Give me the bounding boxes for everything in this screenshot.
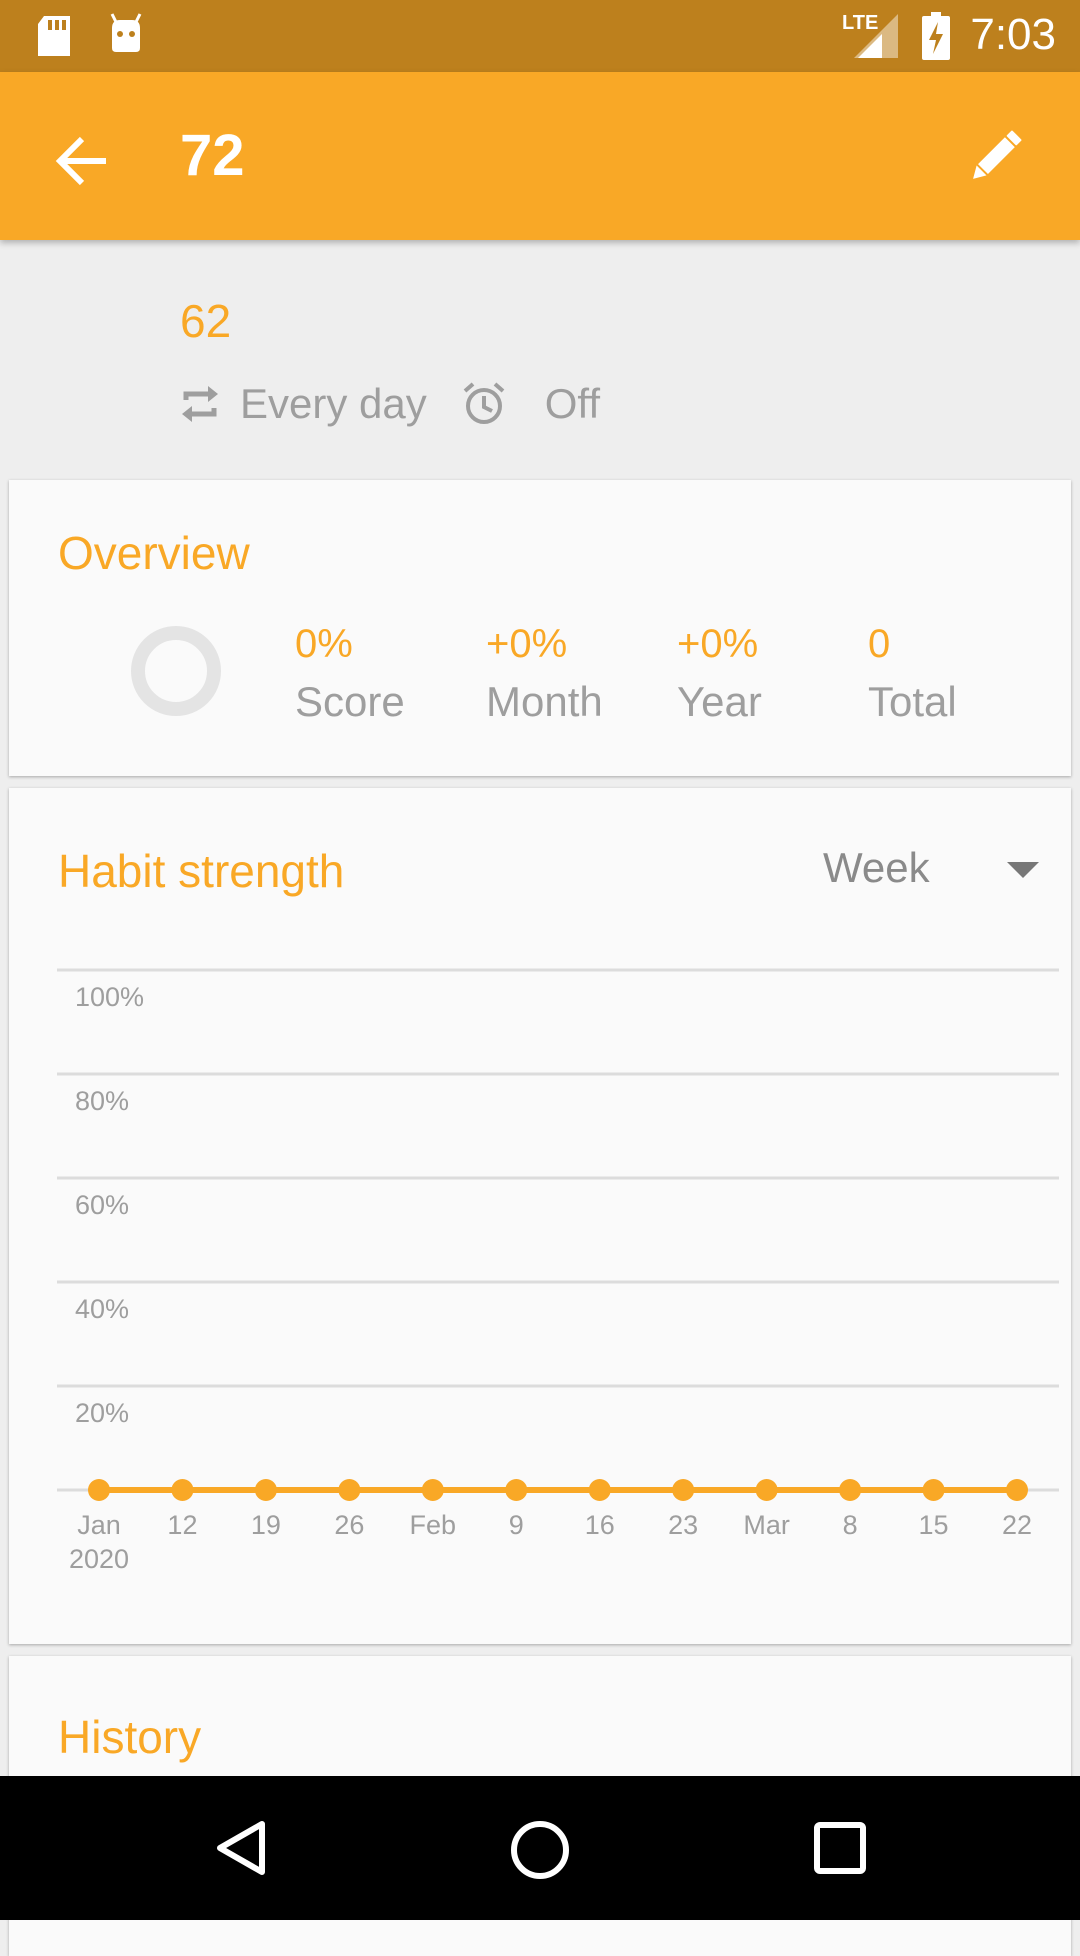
- data-point: [922, 1479, 945, 1501]
- signal-icon: [854, 14, 898, 58]
- stat-label: Score: [295, 678, 405, 725]
- app-bar: 72: [0, 72, 1080, 240]
- android-icon: [110, 13, 142, 52]
- alarm-icon: [463, 382, 505, 424]
- x-tick-label: 2020: [69, 1544, 129, 1574]
- nav-back-icon[interactable]: [212, 1818, 272, 1878]
- data-point: [88, 1479, 110, 1501]
- stat-month: +0% Month: [486, 622, 603, 726]
- data-point: [505, 1479, 528, 1501]
- x-tick-label: 19: [251, 1510, 281, 1540]
- habit-meta: Every day Off: [180, 376, 600, 432]
- stat-year: +0% Year: [677, 622, 762, 726]
- x-tick-label: 15: [919, 1510, 949, 1540]
- x-tick-label: 22: [1002, 1510, 1032, 1540]
- reminder-label: Off: [544, 380, 600, 427]
- data-point: [839, 1479, 862, 1501]
- data-point: [171, 1479, 194, 1501]
- score-ring: [131, 626, 221, 716]
- habit-question: 62: [180, 295, 232, 347]
- x-tick-label: 12: [167, 1510, 197, 1540]
- stat-label: Year: [677, 678, 762, 725]
- y-tick-label: 40%: [75, 1294, 129, 1324]
- system-nav-bar: [0, 1776, 1080, 1920]
- x-tick-label: Feb: [410, 1510, 457, 1540]
- x-tick-label: Mar: [743, 1510, 790, 1540]
- clock: 7:03: [970, 10, 1056, 59]
- battery-charging-icon: [922, 12, 950, 60]
- x-tick-label: Jan: [77, 1510, 121, 1540]
- y-tick-label: 100%: [75, 982, 144, 1012]
- overview-card: Overview 0% Score +0% Month +0% Year 0 T…: [9, 480, 1071, 776]
- history-title: History: [58, 1711, 202, 1763]
- stat-total: 0 Total: [868, 622, 957, 726]
- stat-label: Total: [868, 678, 957, 725]
- y-tick-label: 20%: [75, 1398, 129, 1428]
- frequency-label: Every day: [240, 380, 427, 427]
- data-point: [672, 1479, 695, 1501]
- data-point: [254, 1479, 277, 1501]
- data-point: [1006, 1479, 1028, 1501]
- data-point: [338, 1479, 361, 1501]
- overview-title: Overview: [58, 527, 250, 579]
- stat-value: 0%: [295, 622, 353, 666]
- stat-value: 0: [868, 622, 891, 666]
- habit-strength-chart: 100% 80% 60% 40% 20% Jan 2020 12 19 26 Feb 9 16 23 Mar…: [57, 968, 1059, 1574]
- stat-value: +0%: [486, 622, 568, 666]
- habit-strength-card: Habit strength Week 100% 80% 60% 40% 20% Jan 2…: [9, 788, 1071, 1644]
- nav-recents-icon[interactable]: [812, 1820, 868, 1876]
- habit-header: 62 Every day Off: [0, 240, 1080, 476]
- arrow-back-icon[interactable]: [50, 126, 120, 196]
- sd-card-icon: [38, 16, 70, 56]
- data-point: [755, 1479, 778, 1501]
- y-tick-label: 60%: [75, 1190, 129, 1220]
- stat-value: +0%: [677, 622, 759, 666]
- x-tick-label: 23: [668, 1510, 698, 1540]
- data-point: [421, 1479, 444, 1501]
- pencil-icon[interactable]: [962, 124, 1028, 190]
- data-point: [588, 1479, 611, 1501]
- x-tick-label: 26: [334, 1510, 364, 1540]
- repeat-icon: [182, 386, 218, 422]
- status-bar: LTE 7:03: [0, 0, 1080, 72]
- x-tick-label: 9: [509, 1510, 524, 1540]
- x-tick-label: 8: [843, 1510, 858, 1540]
- stat-label: Month: [486, 678, 603, 725]
- habit-title: 72: [180, 123, 245, 188]
- y-tick-label: 80%: [75, 1086, 129, 1116]
- nav-home-icon[interactable]: [508, 1818, 572, 1882]
- x-tick-label: 16: [585, 1510, 615, 1540]
- stat-score: 0% Score: [295, 622, 405, 726]
